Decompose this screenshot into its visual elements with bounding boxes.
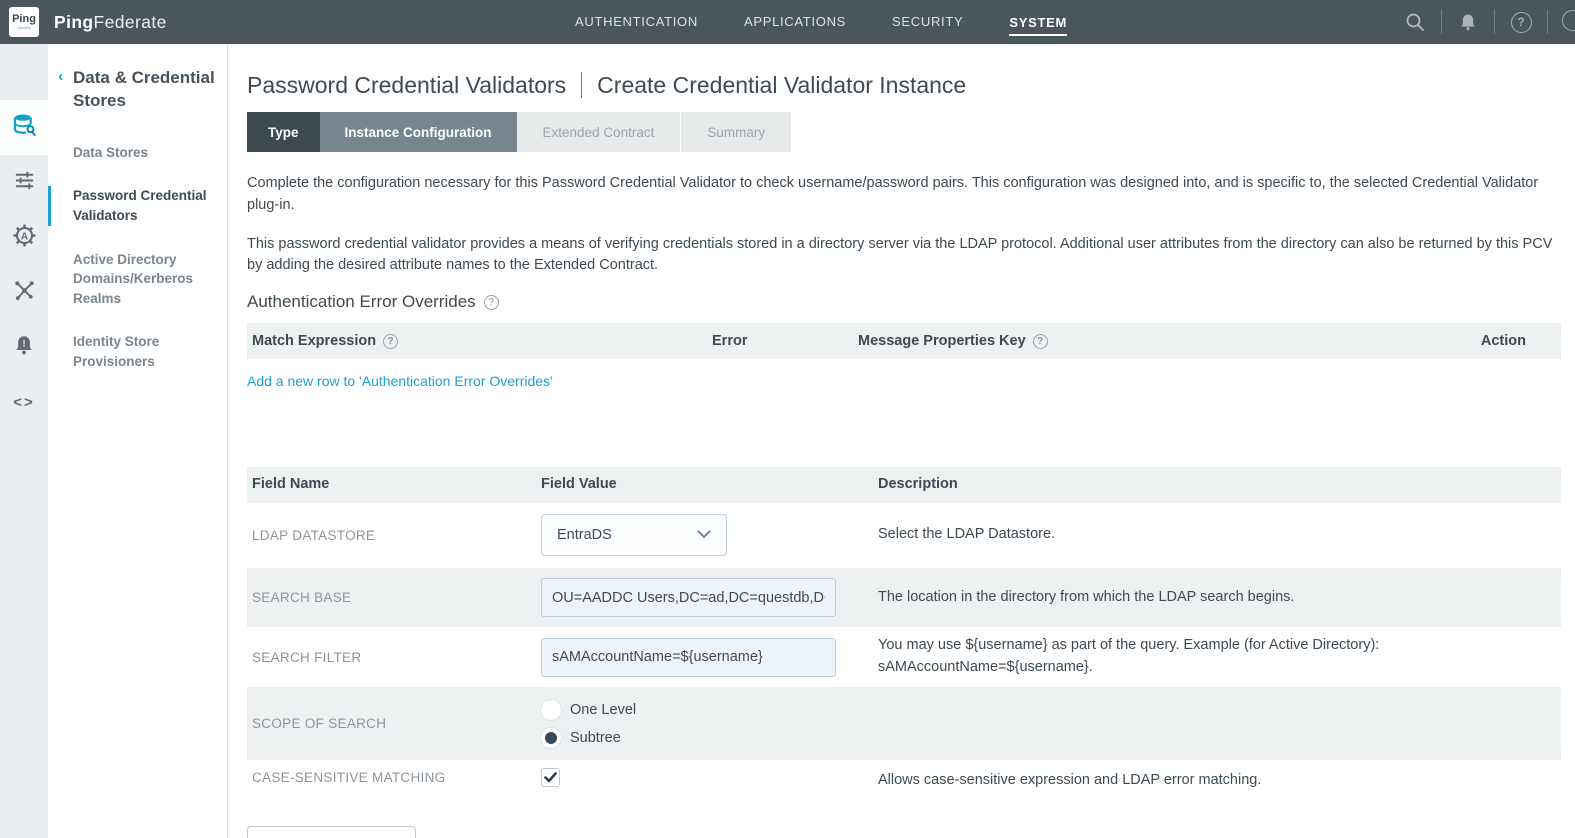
field-description: You may use ${username} as part of the q… [878,635,1388,679]
search-icon[interactable] [1403,10,1427,34]
title-divider [581,72,582,98]
field-description: Allows case-sensitive expression and LDA… [878,770,1388,792]
checkmark-icon [544,772,557,783]
wizard-tabs: Type Instance Configuration Extended Con… [247,112,1561,152]
help-icon[interactable]: ? [383,334,398,349]
node-link-icon [13,279,36,307]
aeo-table-header: Match Expression ? Error Message Propert… [247,323,1561,359]
svg-text:!: ! [22,338,25,348]
scope-radio-group: One Level Subtree [541,688,878,760]
tab-summary: Summary [681,112,792,152]
nav-applications[interactable]: APPLICATIONS [744,14,846,31]
aeo-col-match-expression: Match Expression ? [252,333,712,349]
nav-system[interactable]: SYSTEM [1009,15,1067,36]
field-description: Select the LDAP Datastore. [878,524,1388,546]
field-label: SCOPE OF SEARCH [252,716,541,731]
app-title: PingFederate [54,12,167,33]
search-base-input[interactable] [541,578,836,617]
intro-paragraph-1: Complete the configuration necessary for… [247,173,1561,217]
topbar-icons: ? [1403,0,1575,44]
help-icon[interactable]: ? [484,295,499,310]
main-content: Password Credential Validators Create Cre… [228,44,1575,838]
aeo-col-action: Action [1481,333,1526,349]
manage-data-stores-button[interactable]: Manage Data Stores [247,826,416,838]
field-row-case-sensitive-matching: CASE-SENSITIVE MATCHING Allows case-sens… [247,760,1561,810]
field-col-value: Field Value [541,476,878,492]
field-label: SEARCH FILTER [252,650,541,665]
chevron-down-icon [697,526,711,544]
icon-rail: A ! [0,44,48,838]
rail-item-code[interactable]: <> [0,375,48,430]
footer-actions: Manage Data Stores Show Advanced Fields [247,826,1561,838]
field-table-header: Field Name Field Value Description [247,467,1561,502]
field-row-scope-of-search: SCOPE OF SEARCH One Level Subtree [247,687,1561,760]
aeo-heading-text: Authentication Error Overrides [247,292,476,312]
page-title: Password Credential Validators Create Cre… [247,72,1561,99]
field-label: LDAP DATASTORE [252,528,541,543]
icon-divider [1494,10,1495,34]
case-sensitive-checkbox[interactable] [541,768,560,787]
code-brackets-icon: <> [13,394,35,411]
sidebar-item-active-directory[interactable]: Active Directory Domains/Kerberos Realms [48,250,227,309]
partial-user-icon[interactable] [1562,10,1575,34]
sidebar-item-password-credential-validators[interactable]: Password Credential Validators [48,186,227,225]
sidebar-item-identity-store-provisioners[interactable]: Identity Store Provisioners [48,332,227,371]
sliders-icon [13,169,36,197]
aeo-section-heading: Authentication Error Overrides ? [247,292,1561,312]
radio-option-subtree[interactable]: Subtree [541,728,878,748]
top-bar: Ping Identity PingFederate AUTHENTICATIO… [0,0,1575,44]
page-title-section: Password Credential Validators [247,72,566,98]
intro-paragraph-2: This password credential validator provi… [247,234,1561,278]
bell-alert-icon: ! [13,334,35,361]
field-label: CASE-SENSITIVE MATCHING [252,770,541,785]
app-title-rest: Federate [94,12,167,32]
field-row-ldap-datastore: LDAP DATASTORE EntraDS Select the LDAP D… [247,502,1561,568]
sidebar: ‹ Data & Credential Stores Data Stores P… [48,44,228,838]
bell-icon[interactable] [1456,10,1480,34]
svg-text:A: A [20,231,27,242]
page-title-subsection: Create Credential Validator Instance [597,72,966,98]
radio-unchecked-icon[interactable] [541,700,561,720]
search-filter-input[interactable] [541,638,836,677]
gear-a-icon: A [12,223,37,253]
help-icon[interactable]: ? [1509,10,1533,34]
icon-divider [1441,10,1442,34]
selected-value: EntraDS [557,527,612,543]
rail-item-gear[interactable]: A [0,210,48,265]
back-chevron-icon[interactable]: ‹ [58,68,63,86]
tab-extended-contract: Extended Contract [517,112,682,152]
rail-item-sliders[interactable] [0,155,48,210]
icon-divider [1547,10,1548,34]
field-label: SEARCH BASE [252,590,541,605]
field-row-search-base: SEARCH BASE The location in the director… [247,568,1561,627]
ldap-datastore-select[interactable]: EntraDS [541,514,727,556]
aeo-col-message-properties-key: Message Properties Key ? [858,333,1481,349]
tab-instance-configuration[interactable]: Instance Configuration [320,112,517,152]
rail-item-alerts[interactable]: ! [0,320,48,375]
top-navigation: AUTHENTICATION APPLICATIONS SECURITY SYS… [575,0,1067,44]
sidebar-title[interactable]: Data & Credential Stores [73,67,215,113]
ping-logo-text: Ping [12,14,36,25]
rail-item-data-stores[interactable] [0,100,48,155]
field-col-name: Field Name [252,476,541,492]
help-icon-glyph: ? [1511,12,1532,33]
help-icon[interactable]: ? [1033,334,1048,349]
sidebar-item-data-stores[interactable]: Data Stores [48,143,227,163]
ping-logo-subtext: Identity [18,25,31,31]
database-key-icon [11,112,38,144]
field-col-description: Description [878,476,1561,492]
radio-option-one-level[interactable]: One Level [541,700,878,720]
tab-type[interactable]: Type [247,112,320,152]
field-row-search-filter: SEARCH FILTER You may use ${username} as… [247,627,1561,687]
nav-authentication[interactable]: AUTHENTICATION [575,14,698,31]
rail-item-connections[interactable] [0,265,48,320]
aeo-col-error: Error [712,333,858,349]
ping-logo: Ping Identity [9,7,39,37]
app-title-bold: Ping [54,12,94,32]
nav-security[interactable]: SECURITY [892,14,963,31]
add-row-link[interactable]: Add a new row to 'Authentication Error O… [247,373,553,389]
field-description: The location in the directory from which… [878,587,1388,609]
radio-checked-icon[interactable] [541,728,561,748]
